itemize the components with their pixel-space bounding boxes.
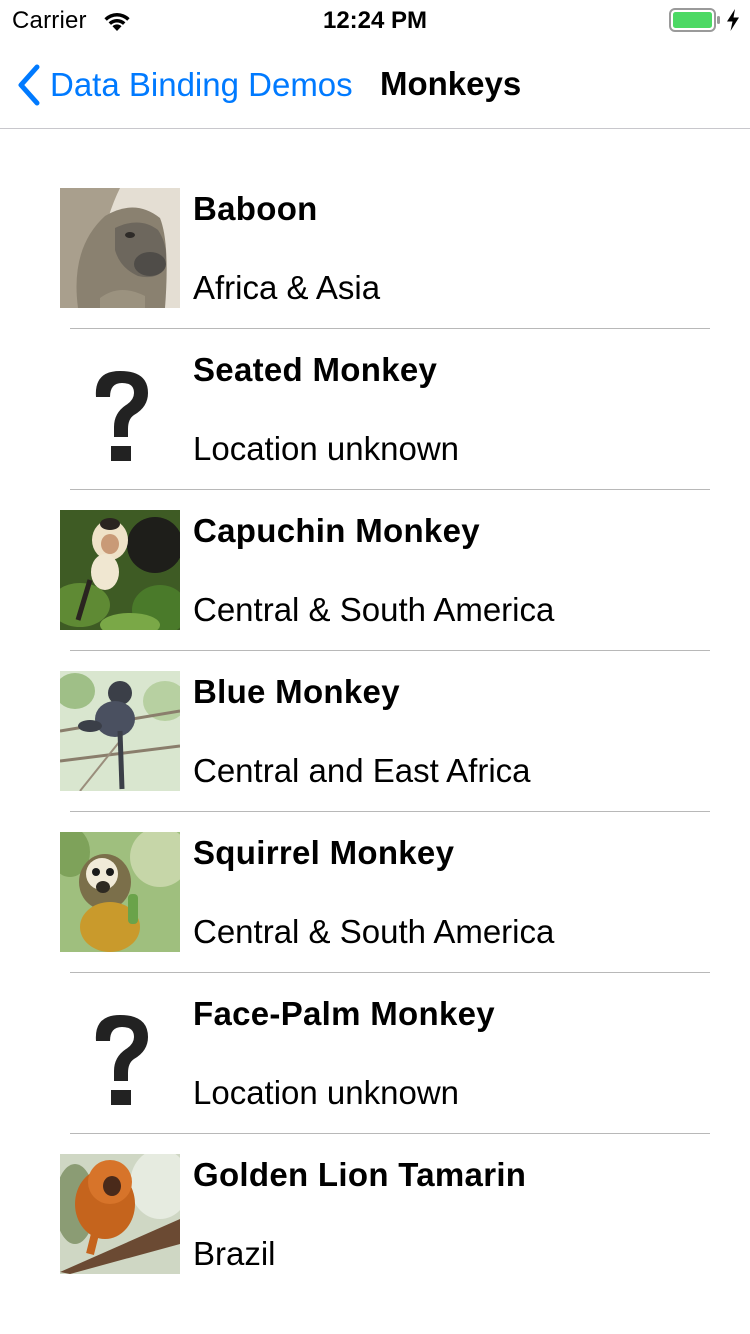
monkey-name: Golden Lion Tamarin <box>193 1156 527 1193</box>
monkey-name: Face-Palm Monkey <box>193 995 495 1032</box>
question-mark-icon <box>95 1015 148 1105</box>
list-item[interactable]: Squirrel Monkey Central & South America <box>0 832 750 993</box>
question-mark-placeholder <box>60 349 180 469</box>
row-separator <box>70 650 710 651</box>
golden-lion-tamarin-photo <box>60 1154 180 1274</box>
row-separator <box>70 328 710 329</box>
charging-bolt-icon <box>727 9 739 31</box>
monkey-location: Brazil <box>193 1235 276 1272</box>
blue-monkey-photo <box>60 671 180 791</box>
list-item[interactable]: Face-Palm Monkey Location unknown <box>0 993 750 1154</box>
monkey-location: Central & South America <box>193 913 555 950</box>
monkey-location: Location unknown <box>193 430 460 467</box>
list-item[interactable]: Seated Monkey Location unknown <box>0 349 750 510</box>
page-title: Monkeys <box>380 65 522 102</box>
monkey-location: Africa & Asia <box>193 269 381 306</box>
question-mark-placeholder <box>60 993 180 1113</box>
list-item[interactable]: Capuchin Monkey Central & South America <box>0 510 750 671</box>
list-item[interactable]: Baboon Africa & Asia <box>0 188 750 349</box>
monkey-location: Location unknown <box>193 1074 460 1111</box>
row-separator <box>70 489 710 490</box>
monkey-name: Capuchin Monkey <box>193 512 480 549</box>
row-separator <box>70 811 710 812</box>
clock: 12:24 PM <box>322 7 428 34</box>
squirrel-monkey-photo <box>60 832 180 952</box>
monkey-location: Central and East Africa <box>193 752 531 789</box>
list-item[interactable]: Blue Monkey Central and East Africa <box>0 671 750 832</box>
battery-icon <box>669 8 720 32</box>
capuchin-photo <box>60 510 180 630</box>
monkey-name: Squirrel Monkey <box>193 834 455 871</box>
navigation-bar: Data Binding Demos Monkeys <box>0 40 750 129</box>
monkey-location: Central & South America <box>193 591 555 628</box>
monkey-name: Blue Monkey <box>193 673 400 710</box>
baboon-photo <box>60 188 180 308</box>
back-button-label: Data Binding Demos <box>50 66 353 103</box>
chevron-left-icon <box>18 64 40 106</box>
monkey-name: Seated Monkey <box>193 351 438 388</box>
row-separator <box>70 972 710 973</box>
back-button[interactable]: Data Binding Demos <box>16 64 353 106</box>
list-item[interactable]: Golden Lion Tamarin Brazil <box>0 1154 750 1315</box>
monkey-name: Baboon <box>193 190 318 227</box>
question-mark-icon <box>95 371 148 461</box>
monkey-list: Baboon Africa & Asia Seated Monkey Locat… <box>0 188 750 1315</box>
row-separator <box>70 1133 710 1134</box>
status-bar: Carrier 12:24 PM <box>0 0 750 40</box>
